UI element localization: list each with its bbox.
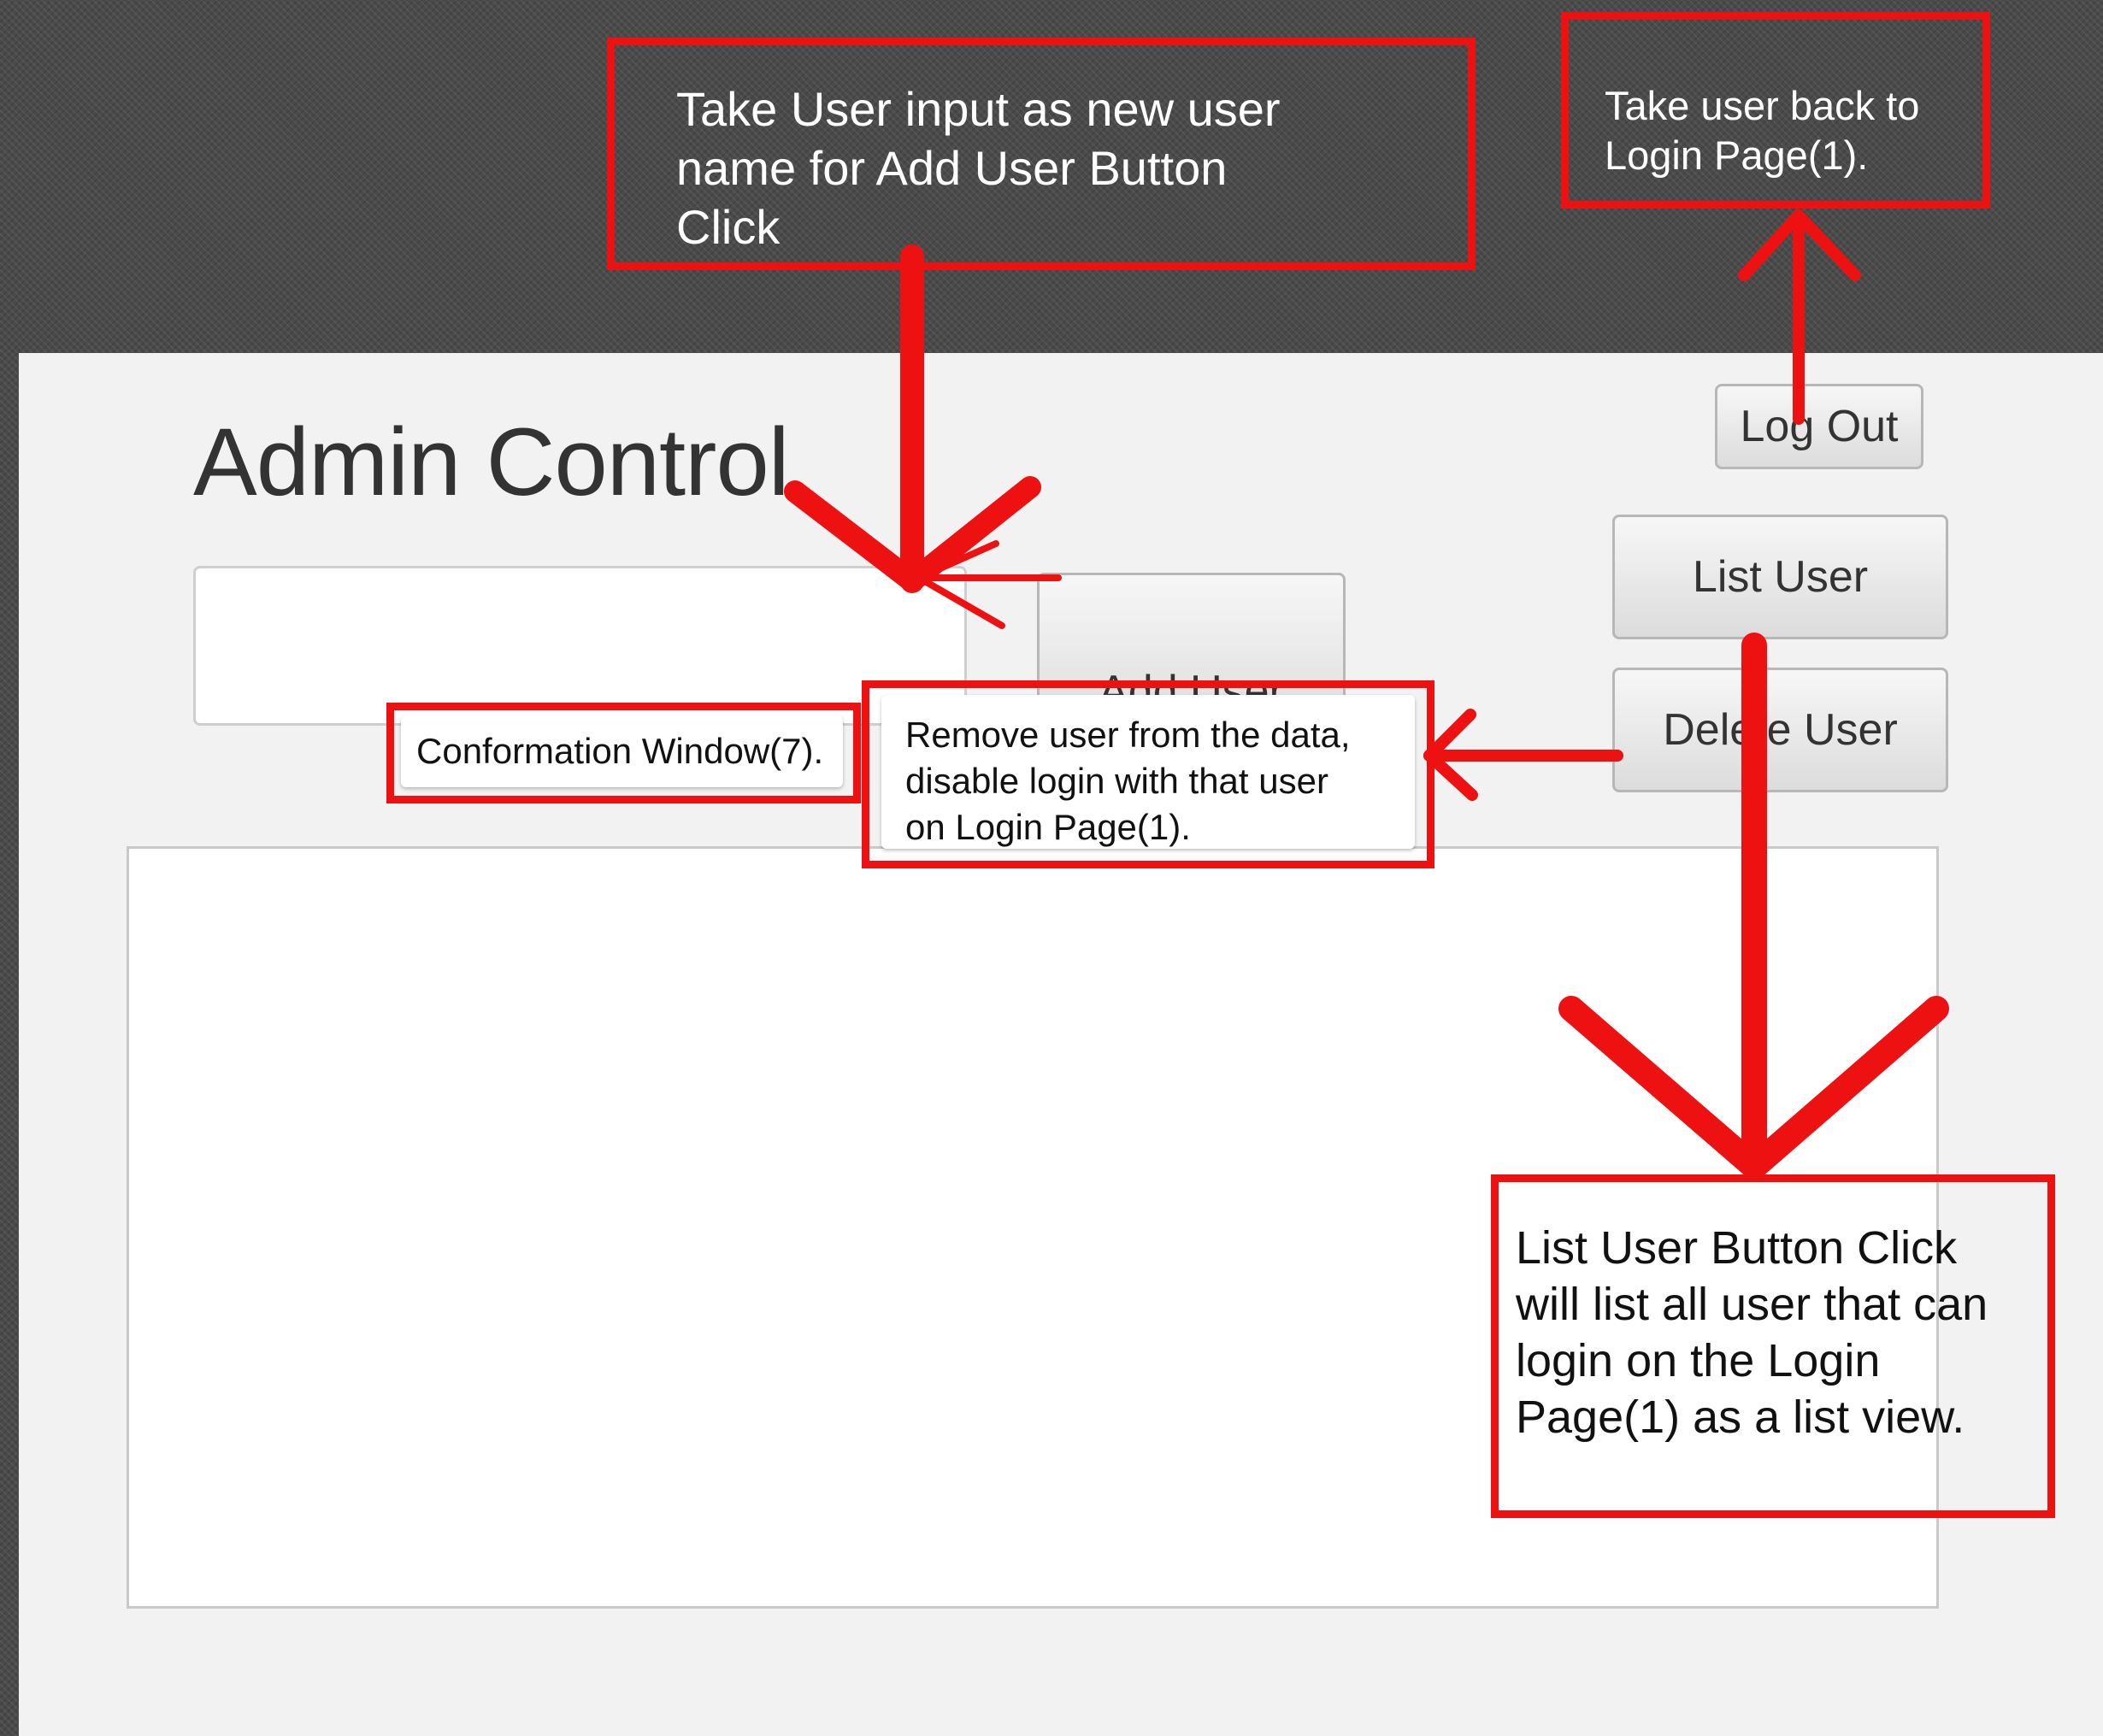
annotation-arrows	[784, 209, 1949, 1180]
